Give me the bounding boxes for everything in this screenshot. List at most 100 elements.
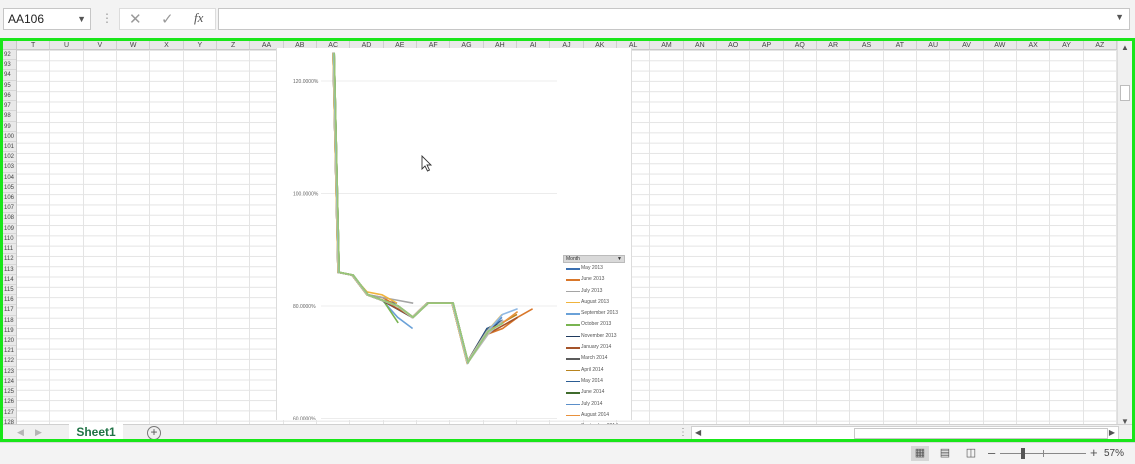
column-header-y[interactable]: Y [184,41,217,49]
row-header-123[interactable]: 123 [3,367,16,377]
row-header-108[interactable]: 108 [3,213,16,224]
row-header-92[interactable]: 92 [3,50,16,61]
legend-item[interactable]: July 2013 [563,286,625,297]
column-header-aw[interactable]: AW [984,41,1017,49]
row-header-119[interactable]: 119 [3,326,16,337]
row-header-94[interactable]: 94 [3,70,16,81]
series-line-august-2014[interactable] [332,52,519,365]
column-header-v[interactable]: V [84,41,117,49]
row-header-127[interactable]: 127 [3,408,16,418]
column-header-ap[interactable]: AP [750,41,784,49]
scroll-left-icon[interactable]: ◀ [695,428,701,437]
sheet-next-icon[interactable]: ▶ [35,427,42,438]
row-header-114[interactable]: 114 [3,275,16,285]
column-header-z[interactable]: Z [217,41,251,49]
cancel-icon[interactable]: ✕ [129,10,142,28]
column-header-ay[interactable]: AY [1050,41,1084,49]
normal-view-button[interactable]: ▦ [911,446,929,461]
row-header-116[interactable]: 116 [3,295,16,306]
vertical-scrollbar[interactable]: ▲ ▼ [1117,41,1132,428]
legend-item[interactable]: May 2013 [563,263,625,274]
legend-filter[interactable]: Month ▼ [563,255,625,263]
enter-icon[interactable]: ✓ [161,10,174,28]
row-header-121[interactable]: 121 [3,346,16,357]
column-header-as[interactable]: AS [850,41,884,49]
row-header-100[interactable]: 100 [3,132,16,142]
row-header-107[interactable]: 107 [3,203,16,214]
row-header-96[interactable]: 96 [3,91,16,102]
series-line-july-2013[interactable] [333,52,414,304]
legend-item[interactable]: June 2013 [563,274,625,285]
row-header-109[interactable]: 109 [3,224,16,234]
row-header-99[interactable]: 99 [3,122,16,132]
row-header-117[interactable]: 117 [3,305,16,316]
expand-formula-bar-icon[interactable]: ▼ [1115,12,1124,22]
row-header-120[interactable]: 120 [3,336,16,347]
vertical-scroll-thumb[interactable] [1120,85,1130,101]
name-box-dropdown-icon[interactable]: ▼ [77,9,86,29]
column-header-am[interactable]: AM [650,41,684,49]
row-header-125[interactable]: 125 [3,387,16,398]
chart-legend[interactable]: Month ▼ May 2013 June 2013 July 2013 August… [563,255,625,439]
horizontal-scrollbar[interactable]: ◀ ▶ [691,426,1119,439]
legend-item[interactable]: August 2014 [563,410,625,421]
scroll-right-icon[interactable]: ▶ [1109,428,1115,437]
sheet-tab-sheet1[interactable]: Sheet1 [69,424,123,439]
horizontal-scroll-thumb[interactable] [854,428,1108,439]
column-header-au[interactable]: AU [917,41,951,49]
series-line-november-2014[interactable] [332,52,518,365]
column-header-at[interactable]: AT [884,41,917,49]
legend-item[interactable]: June 2014 [563,387,625,398]
row-header-110[interactable]: 110 [3,234,16,245]
name-box[interactable]: AA106 ▼ [3,8,91,30]
formula-bar-grip-icon[interactable]: ⋮ [101,11,113,25]
row-header-97[interactable]: 97 [3,101,16,112]
series-line-april-2014[interactable] [332,52,518,365]
zoom-level[interactable]: 57% [1104,448,1124,459]
row-header-101[interactable]: 101 [3,142,16,153]
zoom-out-button[interactable]: – [988,445,995,460]
zoom-slider-thumb[interactable] [1021,448,1025,459]
column-header-an[interactable]: AN [684,41,717,49]
row-header-115[interactable]: 115 [3,285,16,296]
legend-item[interactable]: September 2013 [563,308,625,319]
series-line-november-2013[interactable] [332,52,503,365]
page-layout-view-button[interactable]: ▤ [936,446,954,461]
column-header-ax[interactable]: AX [1017,41,1051,49]
row-header-103[interactable]: 103 [3,162,16,173]
legend-item[interactable]: August 2013 [563,297,625,308]
page-break-view-button[interactable]: ◫ [962,446,980,461]
legend-item[interactable]: May 2014 [563,376,625,387]
formula-input[interactable]: ▼ [218,8,1130,30]
worksheet-grid[interactable]: T U V W X Y Z AA AB AC AD AE AF AG AH AI AJ AK AL AM AN AO AP A… [0,38,1135,442]
zoom-in-button[interactable]: + [1090,445,1098,460]
series-line-june-2013[interactable] [332,52,533,365]
series-line-october-2014[interactable] [332,52,503,365]
legend-filter-dropdown-icon[interactable]: ▼ [617,256,622,263]
column-header-t[interactable]: T [17,41,51,49]
series-line-october-2013[interactable] [333,52,399,324]
column-header-ar[interactable]: AR [817,41,851,49]
series-line-july-2014[interactable] [332,52,503,365]
row-header-98[interactable]: 98 [3,111,16,122]
column-header-az[interactable]: AZ [1084,41,1117,49]
row-header-102[interactable]: 102 [3,152,16,163]
row-header-106[interactable]: 106 [3,193,16,204]
column-header-ao[interactable]: AO [717,41,751,49]
series-line-september-2014[interactable] [333,52,504,365]
row-header-118[interactable]: 118 [3,316,16,326]
series-line-june-2014[interactable] [333,52,504,365]
row-header-124[interactable]: 124 [3,377,16,388]
series-line-august-2013[interactable] [332,52,398,304]
row-header-105[interactable]: 105 [3,183,16,193]
row-header-122[interactable]: 122 [3,356,16,367]
legend-item[interactable]: November 2013 [563,331,625,342]
legend-item[interactable]: October 2013 [563,319,625,330]
series-line-may-2013[interactable] [332,52,398,304]
legend-item[interactable]: January 2014 [563,342,625,353]
column-header-av[interactable]: AV [950,41,984,49]
sheet-prev-icon[interactable]: ◀ [17,427,24,438]
series-line-december-2014[interactable] [333,52,504,365]
add-sheet-button[interactable]: + [147,426,161,439]
series-line-september-2013[interactable] [332,52,414,330]
